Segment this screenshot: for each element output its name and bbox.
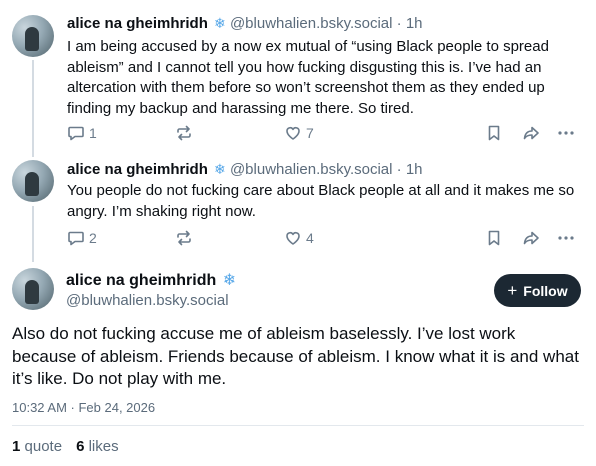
quotes-stat[interactable]: 1 quote — [12, 438, 62, 455]
quotes-label: quote — [24, 438, 63, 455]
avatar[interactable] — [12, 268, 54, 310]
author-name-text: alice na gheimhridh — [66, 272, 217, 289]
follow-label: Follow — [523, 282, 568, 299]
plus-icon: + — [507, 281, 518, 300]
divider — [12, 425, 584, 426]
quotes-count: 1 — [12, 438, 21, 455]
likes-label: likes — [88, 438, 119, 455]
post-timestamp[interactable]: 10:32 AM · Feb 24, 2026 — [12, 400, 155, 415]
author-name[interactable]: alice na gheimhridh ❄ — [66, 271, 236, 291]
main-post: alice na gheimhridh ❄ @bluwhalien.bsky.s… — [0, 0, 596, 466]
likes-stat[interactable]: 6 likes — [76, 438, 119, 455]
snowflake-icon: ❄ — [222, 272, 237, 289]
engagement-stats: 1 quote 6 likes — [12, 438, 119, 455]
post-text: Also do not fucking accuse me of ableism… — [12, 324, 579, 388]
likes-count: 6 — [76, 438, 85, 455]
follow-button[interactable]: + Follow — [494, 274, 581, 307]
author-handle[interactable]: @bluwhalien.bsky.social — [66, 292, 229, 310]
